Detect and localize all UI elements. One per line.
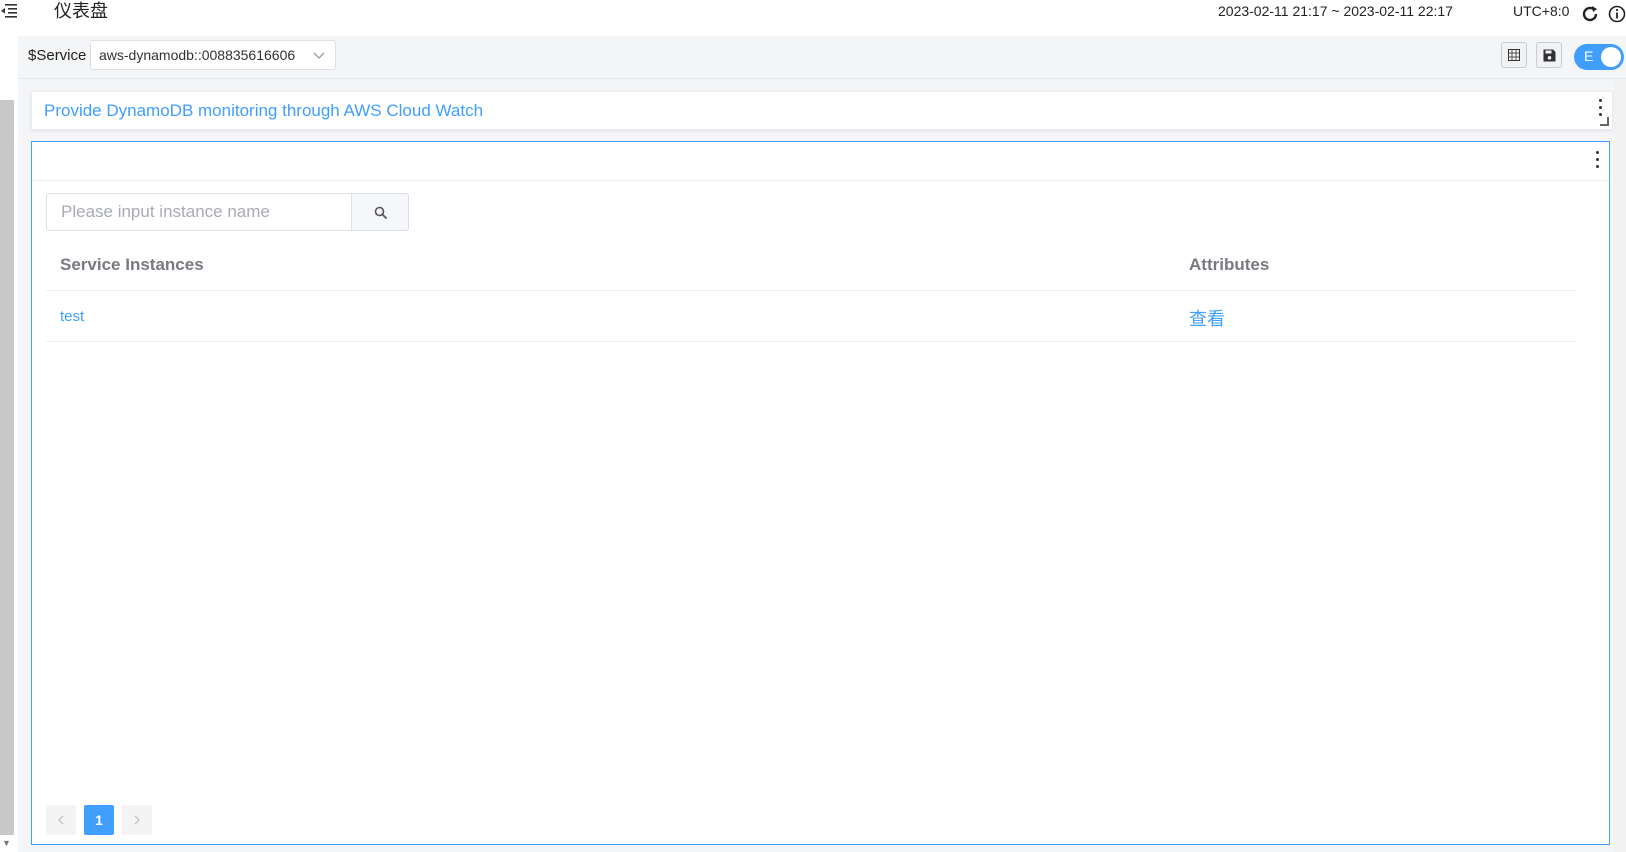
more-vertical-icon[interactable] [1594,151,1600,171]
chevron-left-icon [58,815,64,825]
chevron-down-icon [313,52,325,59]
toggle-knob [1601,47,1621,67]
menu-fold-icon[interactable] [0,2,18,18]
top-header: 仪表盘 2023-02-11 21:17 ~ 2023-02-11 22:17 … [18,0,1626,37]
grid-icon [1508,49,1520,61]
sidebar-scrollbar[interactable] [0,100,14,835]
more-vertical-icon[interactable] [1597,99,1603,119]
search-icon [374,206,388,220]
sidebar-collapsed: ▼ [0,0,18,852]
resize-handle[interactable] [1600,117,1609,126]
column-header-service-instances: Service Instances [60,255,204,274]
dashboard-variable-bar: $Service aws-dynamodb::008835616606 E [18,36,1626,79]
chevron-right-icon [134,815,140,825]
instance-link[interactable]: test [60,308,84,325]
text-widget: Provide DynamoDB monitoring through AWS … [31,91,1613,130]
widget-header [32,142,1609,181]
instance-table: Service Instances Attributes test 查看 [46,239,1576,342]
next-page-button[interactable] [122,805,152,835]
text-widget-content[interactable]: Provide DynamoDB monitoring through AWS … [44,101,483,121]
refresh-icon[interactable] [1580,4,1600,24]
service-select[interactable]: aws-dynamodb::008835616606 [90,40,336,70]
service-select-value: aws-dynamodb::008835616606 [99,47,296,63]
edit-mode-toggle[interactable]: E [1574,44,1624,70]
search-button[interactable] [351,193,409,231]
table-row: test 查看 [46,291,1576,342]
toggle-label: E [1584,48,1594,64]
page-number-button[interactable]: 1 [84,805,114,835]
instance-search-input[interactable] [46,193,352,231]
timezone-label[interactable]: UTC+8:0 [1513,3,1569,19]
table-header-row: Service Instances Attributes [46,239,1576,291]
save-button[interactable] [1536,42,1562,68]
info-icon[interactable] [1608,5,1626,23]
save-icon [1543,49,1556,62]
page-title: 仪表盘 [54,1,108,21]
scroll-down-arrow-icon[interactable]: ▼ [2,838,11,848]
time-range-picker[interactable]: 2023-02-11 21:17 ~ 2023-02-11 22:17 [1218,3,1453,19]
column-header-attributes: Attributes [1189,255,1270,274]
view-attributes-link[interactable]: 查看 [1189,305,1225,331]
service-instance-widget: Service Instances Attributes test 查看 1 [31,141,1610,845]
page-scrollbar[interactable] [1614,80,1626,852]
prev-page-button[interactable] [46,805,76,835]
layout-button[interactable] [1501,42,1527,68]
service-variable-label: $Service [28,47,87,64]
bottom-edge [18,846,1614,852]
